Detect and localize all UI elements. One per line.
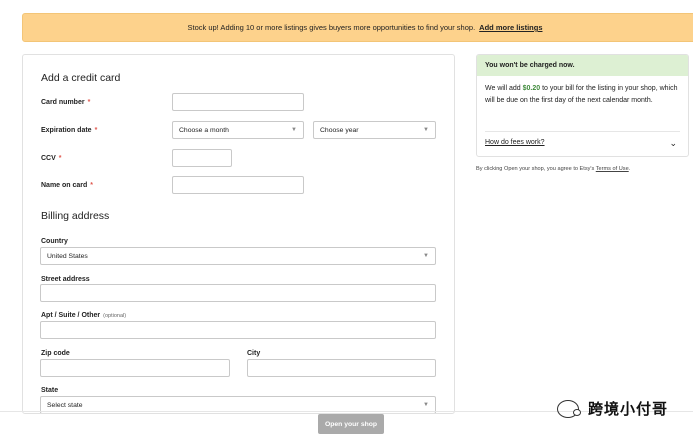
state-label: State bbox=[41, 387, 59, 394]
required-mark: * bbox=[94, 127, 98, 134]
banner-text: Stock up! Adding 10 or more listings giv… bbox=[187, 23, 476, 32]
state-select-value: Select state bbox=[47, 401, 83, 409]
optional-tag: (optional) bbox=[103, 313, 127, 319]
card-number-input[interactable] bbox=[172, 93, 304, 111]
terms-agreement-text: By clicking Open your shop, you agree to… bbox=[476, 166, 631, 172]
required-mark: * bbox=[87, 99, 91, 106]
year-select-value: Choose year bbox=[320, 126, 359, 134]
divider bbox=[485, 131, 680, 132]
card-number-label: Card number * bbox=[41, 99, 91, 106]
open-your-shop-button[interactable]: Open your shop bbox=[318, 414, 384, 434]
credit-card-section-title: Add a credit card bbox=[41, 72, 121, 84]
not-charged-header: You won't be charged now. bbox=[477, 55, 688, 76]
fee-amount: $0.20 bbox=[522, 85, 541, 92]
notice-banner: Stock up! Adding 10 or more listings giv… bbox=[22, 13, 693, 42]
caret-down-icon: ▼ bbox=[291, 127, 297, 133]
watermark: 跨境小付哥 bbox=[557, 398, 668, 419]
caret-down-icon: ▼ bbox=[423, 253, 429, 259]
apt-suite-input[interactable] bbox=[40, 321, 436, 339]
payment-form-card: Add a credit card Card number * Expiratio… bbox=[22, 54, 455, 414]
expiration-month-select[interactable]: Choose a month ▼ bbox=[172, 121, 304, 139]
billing-section-title: Billing address bbox=[41, 210, 110, 222]
street-address-input[interactable] bbox=[40, 284, 436, 302]
zip-code-input[interactable] bbox=[40, 359, 230, 377]
name-on-card-label: Name on card * bbox=[41, 182, 94, 189]
city-label: City bbox=[247, 350, 261, 357]
street-address-label: Street address bbox=[41, 276, 90, 283]
terms-of-use-link[interactable]: Terms of Use bbox=[596, 166, 629, 172]
expiration-date-label: Expiration date * bbox=[41, 127, 98, 134]
ccv-input[interactable] bbox=[172, 149, 232, 167]
country-label: Country bbox=[41, 238, 68, 245]
country-select-value: United States bbox=[47, 252, 88, 260]
watermark-text: 跨境小付哥 bbox=[588, 401, 669, 418]
caret-down-icon: ▼ bbox=[423, 402, 429, 408]
month-select-value: Choose a month bbox=[179, 126, 229, 134]
add-more-listings-link[interactable]: Add more listings bbox=[479, 23, 542, 32]
billing-info-text: We will add $0.20 to your bill for the l… bbox=[485, 85, 678, 104]
billing-info-card: You won't be charged now. We will add $0… bbox=[476, 54, 689, 157]
apt-suite-label: Apt / Suite / Other (optional) bbox=[41, 312, 127, 319]
country-select[interactable]: United States ▼ bbox=[40, 247, 436, 265]
required-mark: * bbox=[90, 182, 94, 189]
zip-code-label: Zip code bbox=[41, 350, 70, 357]
name-on-card-input[interactable] bbox=[172, 176, 304, 194]
how-fees-work-link[interactable]: How do fees work? bbox=[485, 139, 545, 146]
city-input[interactable] bbox=[247, 359, 436, 377]
wechat-logo-icon bbox=[557, 399, 581, 418]
required-mark: * bbox=[58, 155, 62, 162]
chevron-down-icon[interactable]: ⌄ bbox=[669, 138, 677, 149]
caret-down-icon: ▼ bbox=[423, 127, 429, 133]
ccv-label: CCV * bbox=[41, 155, 62, 162]
expiration-year-select[interactable]: Choose year ▼ bbox=[313, 121, 436, 139]
